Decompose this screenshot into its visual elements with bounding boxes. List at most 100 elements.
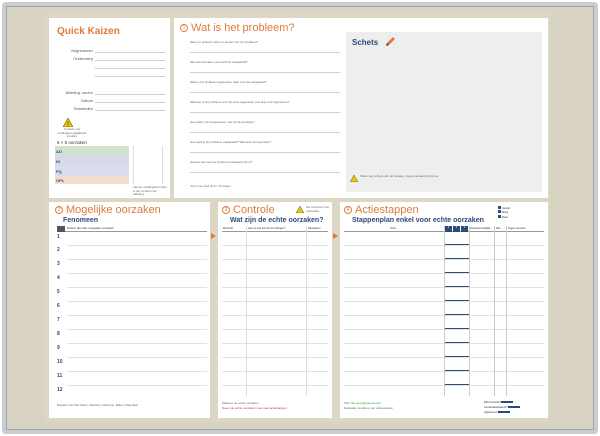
col-header: Actie [390, 227, 396, 230]
problem-bottom-note: Vul in voor heel de 5 × W vragen [190, 184, 231, 188]
band-code: PQ [56, 169, 62, 174]
row-number: 7 [57, 317, 60, 323]
causes-title: Mogelijke oorzaken [66, 204, 161, 216]
control-table: Methode Hoe en wat zijn de bevindingen? … [222, 226, 328, 396]
field-line[interactable] [95, 102, 165, 103]
causes-footnote: Bepaal in de 5M: Mens, Machine, Methode,… [57, 403, 138, 407]
col-divider [494, 226, 495, 396]
warning-icon: ! [63, 118, 73, 127]
row-lines [222, 232, 328, 396]
control-footnote-red: Neem de echte oorzaken mee naar actiesta… [222, 406, 287, 410]
band-code: OPL [56, 178, 65, 183]
cause-bands: AO IO PQ OPL [55, 146, 129, 186]
answer-line[interactable] [190, 92, 340, 93]
band-io: IO [55, 156, 129, 166]
col-divider [506, 226, 507, 396]
row-number: 1 [57, 234, 60, 240]
causes-table: Noteer hier alle mogelijke oorzaken 1 2 … [57, 226, 207, 396]
section-number: 1 [180, 24, 188, 33]
panel-actions: 4 Actiestappen Gestart Bezig Klaar Stappe… [340, 202, 548, 418]
answer-line[interactable] [190, 52, 340, 53]
field-line[interactable] [95, 94, 165, 95]
question-list: Wat is er gebeurd, wat is er de kern van… [190, 40, 340, 180]
sketch-area[interactable]: Schets Teken een schets van de situatie,… [346, 32, 542, 192]
answer-line[interactable] [190, 112, 340, 113]
col-header: Wie [496, 227, 501, 230]
section-number: 3 [222, 206, 230, 215]
field-label: Teamleden [73, 106, 93, 111]
control-heading: 3 Controle [222, 204, 275, 216]
legend-label: Klaar [501, 215, 508, 219]
row-number: 6 [57, 303, 60, 309]
row-number: 3 [57, 261, 60, 267]
flow-arrow [333, 233, 338, 239]
question: Wie was betrokken, wie heeft het vastges… [190, 60, 248, 64]
actions-table: Actie 1 2 3 Verantwoordelijke Wie Tegen … [344, 226, 544, 396]
row-number: 5 [57, 289, 60, 295]
summary-label: Gestandaardiseerd? [484, 406, 508, 409]
panel-possible-causes: 2 Mogelijke oorzaken Fenomeen Noteer hier… [49, 202, 210, 418]
actions-footnote-2: Evaluatie na afloop van actiestappen [344, 406, 394, 410]
answer-line[interactable] [190, 172, 340, 173]
band-pq: PQ [55, 166, 129, 176]
panel1-footnote: Interne meldingsformulier is het contact… [133, 185, 167, 197]
field-line[interactable] [95, 68, 165, 69]
summary-item[interactable]: Afgesloten? [484, 410, 546, 415]
field-line[interactable] [95, 110, 165, 111]
field-line[interactable] [95, 52, 165, 53]
flow-arrow [211, 233, 216, 239]
field-line[interactable] [95, 60, 165, 61]
band-code: IO [56, 159, 61, 164]
band-ao: AO [55, 146, 129, 156]
status-legend: Gestart Bezig Klaar [498, 206, 546, 219]
answer-line[interactable] [190, 152, 340, 153]
col-divider [469, 226, 470, 396]
question: Wanneer is het probleem voor het eerst o… [190, 100, 290, 104]
causes-subtitle: Fenomeen [63, 217, 99, 224]
actions-subtitle: Stappenplan enkel voor echte oorzaken [352, 217, 484, 224]
question: Hoe vaak is dit voorgekomen, wat zijn de… [190, 120, 255, 124]
five-by-five-label: 5 × 5 oorzaken [57, 140, 87, 145]
summary-label: Effect bereikt? [484, 401, 501, 404]
field-label: Volgnummer [70, 48, 93, 53]
board: Quick Kaizen Volgnummer Onderwerp Afdeli… [45, 12, 550, 422]
problem-heading: 1 Wat is het probleem? [180, 22, 295, 34]
col-header: Methode [223, 227, 234, 230]
control-subtitle: Wat zijn de echte oorzaken? [230, 217, 324, 224]
timeline-marks [445, 232, 469, 396]
col-header: Resultaten [308, 227, 321, 230]
row-lines [67, 232, 207, 396]
col-header: Hoe en wat zijn de bevindingen? [248, 227, 286, 230]
question: Hoeveel wat over het probleem (uitslagen… [190, 160, 253, 164]
question: Hoe heeft je het probleem vastgesteld? W… [190, 140, 271, 144]
panel-title: Quick Kaizen [57, 26, 120, 37]
warning-note: Contact met meldingsmogelijkheid invulle… [57, 127, 87, 139]
field-line[interactable] [95, 76, 165, 77]
band-code: AO [56, 149, 62, 154]
problem-title: Wat is het probleem? [191, 22, 295, 34]
col-header: Verantwoordelijke [470, 227, 491, 230]
col-divider [306, 226, 307, 396]
field-label: Onderwerp [73, 56, 93, 61]
col-divider [246, 226, 247, 396]
row-number: 12 [57, 387, 63, 393]
actions-heading: 4 Actiestappen [344, 204, 419, 216]
sketch-note: Teken een schets van de situatie, voeg e… [360, 174, 439, 178]
band-opl: OPL [55, 176, 129, 184]
panel-quick-kaizen: Quick Kaizen Volgnummer Onderwerp Afdeli… [49, 18, 170, 198]
causes-heading: 2 Mogelijke oorzaken [55, 204, 161, 216]
sketch-title: Schets [352, 38, 379, 47]
pencil-icon [386, 37, 395, 46]
question: Waar is het probleem opgetreden, waar vo… [190, 80, 267, 84]
answer-line[interactable] [190, 72, 340, 73]
question: Wat is er gebeurd, wat is er de kern van… [190, 40, 258, 44]
field-label: Datum [81, 98, 93, 103]
row-number: 4 [57, 275, 60, 281]
section-number: 4 [344, 206, 352, 215]
actions-title: Actiestappen [355, 204, 419, 216]
answer-line[interactable] [190, 132, 340, 133]
legend-item: Klaar [498, 214, 546, 219]
header-label: Noteer hier alle mogelijke oorzaken [67, 226, 115, 230]
panel-problem: 1 Wat is het probleem? Wat is er gebeurd,… [174, 18, 548, 198]
control-title: Controle [233, 204, 275, 216]
